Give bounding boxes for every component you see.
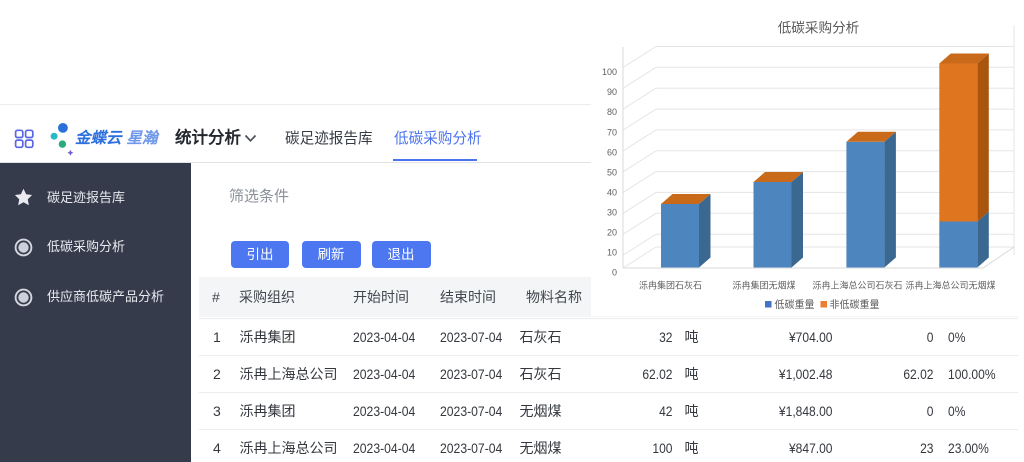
svg-text:50: 50: [607, 167, 617, 177]
svg-text:20: 20: [607, 228, 617, 238]
svg-text:80: 80: [607, 107, 617, 117]
svg-text:泺冉集团无烟煤: 泺冉集团无烟煤: [732, 280, 795, 291]
svg-text:40: 40: [607, 187, 617, 197]
svg-text:90: 90: [607, 87, 617, 97]
svg-text:低碳采购分析: 低碳采购分析: [778, 21, 860, 36]
svg-text:泺冉集团石灰石: 泺冉集团石灰石: [639, 280, 702, 291]
svg-text:10: 10: [607, 248, 617, 258]
svg-text:0: 0: [612, 268, 617, 278]
svg-text:泺冉上海总公司无烟煤: 泺冉上海总公司无烟煤: [905, 280, 995, 291]
svg-text:泺冉上海总公司石灰石: 泺冉上海总公司石灰石: [812, 280, 902, 291]
svg-text:非低碳重量: 非低碳重量: [830, 298, 880, 311]
svg-text:低碳重量: 低碳重量: [775, 298, 815, 311]
svg-text:100: 100: [602, 67, 617, 77]
svg-text:70: 70: [607, 127, 617, 137]
svg-text:60: 60: [607, 147, 617, 157]
svg-text:30: 30: [607, 208, 617, 218]
